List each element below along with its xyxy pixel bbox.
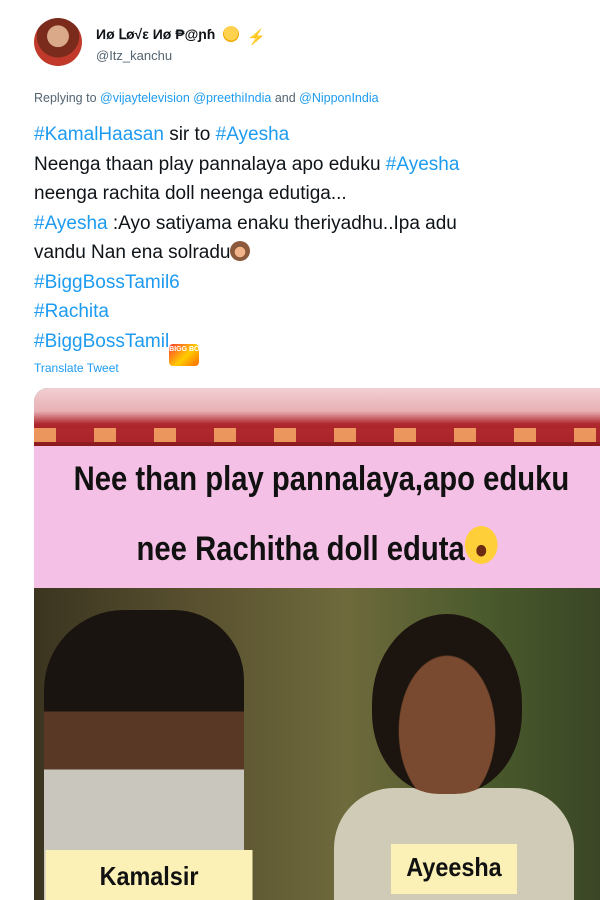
tweet-text-fragment: vandu Nan ena solradu xyxy=(34,242,231,263)
bigg-boss-hashflag-icon: BIGG BOSS xyxy=(169,343,209,366)
reply-and: and xyxy=(274,91,296,105)
avatar[interactable] xyxy=(34,18,82,66)
reply-mention-last[interactable]: @NipponIndia xyxy=(299,91,378,105)
lightning-icon: ⚡ xyxy=(247,29,266,46)
meme-label-right: Ayeesha xyxy=(391,844,517,894)
tears-of-joy-icon xyxy=(464,526,498,564)
meme-caption-line1: Nee than play pannalaya,apo eduku xyxy=(73,460,570,498)
tweet-line: vandu Nan ena solradu xyxy=(34,238,574,268)
tweet-line: #Rachita xyxy=(34,297,574,327)
tweet-line: #BiggBossTamil6 xyxy=(34,268,574,298)
tweet-text-fragment: :Ayo satiyama enaku theriyadhu..Ipa adu xyxy=(107,212,457,234)
replying-prefix: Replying to xyxy=(34,91,97,105)
hashtag-link[interactable]: #Ayesha xyxy=(34,213,108,234)
tweet-line: Neenga thaan play pannalaya apo eduku #A… xyxy=(34,150,574,180)
hashtag-link[interactable]: #KamalHaasan xyxy=(34,124,164,145)
relieved-face-icon xyxy=(223,26,240,42)
hashtag-link[interactable]: #BiggBossTamil xyxy=(34,331,169,352)
user-display-name[interactable]: Иø Լø√ε Иø ₱@ɲɦ ⚡ xyxy=(96,26,266,46)
see-no-evil-monkey-icon xyxy=(230,241,251,261)
reply-mentions[interactable]: @vijaytelevision @preethiIndia xyxy=(100,91,271,105)
tweet-line: #BiggBossTamilBIGG BOSS xyxy=(34,327,574,366)
meme-caption-line2-text: nee Rachitha doll eduta xyxy=(136,530,465,568)
translate-tweet-link[interactable]: Translate Tweet xyxy=(34,361,119,375)
user-handle[interactable]: @Itz_kanchu xyxy=(96,48,172,63)
hashtag-link[interactable]: #Ayesha xyxy=(386,154,460,175)
meme-caption-line2: nee Rachitha doll eduta xyxy=(74,526,561,569)
meme-label-left: Kamalsir xyxy=(45,850,253,900)
tweet-text-fragment: sir to xyxy=(163,124,216,145)
hashtag-link[interactable]: #Ayesha xyxy=(216,124,290,145)
tweet-text-fragment: Neenga thaan play pannalaya apo eduku xyxy=(34,153,386,175)
hashtag-link[interactable]: #BiggBossTamil6 xyxy=(34,272,180,293)
tweet-line: #Ayesha :Ayo satiyama enaku theriyadhu..… xyxy=(34,209,574,239)
display-name-text: Иø Լø√ε Иø ₱@ɲɦ xyxy=(96,26,216,42)
stage-lights xyxy=(34,428,600,442)
tweet-media-image[interactable]: Nee than play pannalaya,apo eduku nee Ra… xyxy=(34,388,600,900)
tweet: Иø Լø√ε Иø ₱@ɲɦ ⚡ @Itz_kanchu Replying t… xyxy=(0,0,600,900)
replying-to: Replying to @vijaytelevision @preethiInd… xyxy=(34,91,379,105)
tweet-line: #KamalHaasan sir to #Ayesha xyxy=(34,120,574,150)
tweet-text: #KamalHaasan sir to #Ayesha Neenga thaan… xyxy=(34,120,574,366)
person-right-head xyxy=(372,614,522,794)
tweet-line: neenga rachita doll neenga edutiga... xyxy=(34,183,347,204)
hashtag-link[interactable]: #Rachita xyxy=(34,301,109,322)
